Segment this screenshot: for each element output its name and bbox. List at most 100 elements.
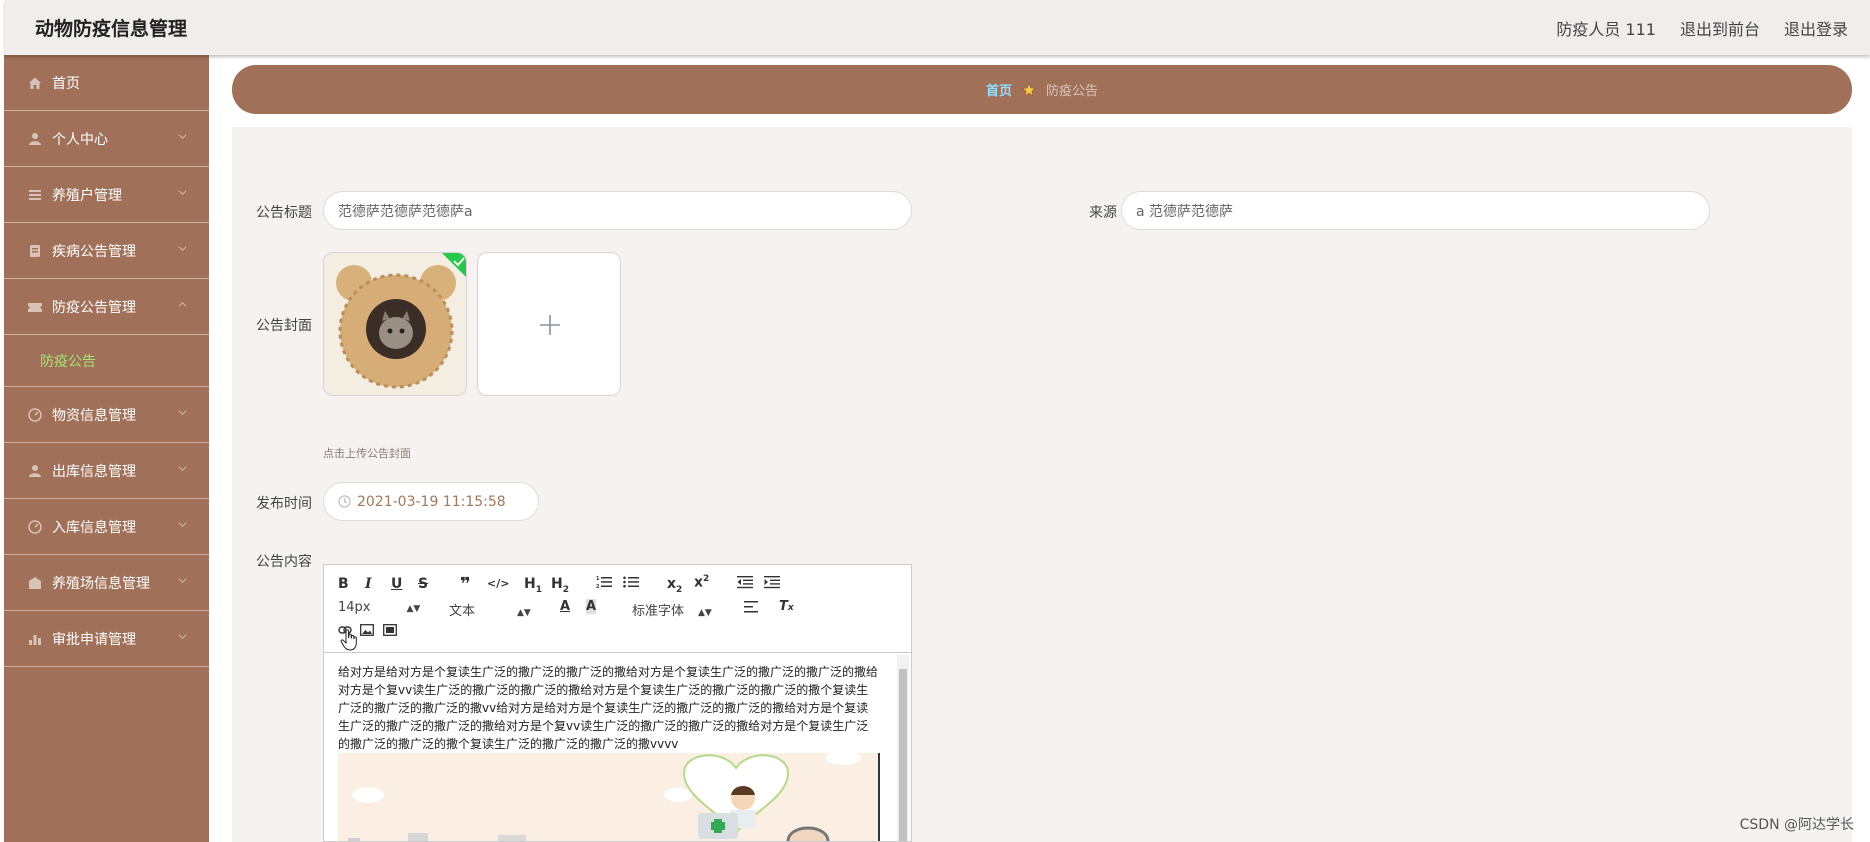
sidebar-item-label: 养殖户管理	[52, 187, 122, 204]
sidebar-item-label: 入库信息管理	[52, 519, 136, 536]
bold-button[interactable]: B	[338, 576, 349, 592]
sidebar-item-label: 个人中心	[52, 131, 108, 148]
underline-button[interactable]: U	[391, 576, 402, 592]
user-icon	[26, 462, 44, 480]
cover-hint: 点击上传公告封面	[323, 447, 411, 460]
sidebar-item-label: 养殖场信息管理	[52, 575, 150, 592]
align-icon[interactable]	[744, 601, 758, 617]
sidebar-item-inbound[interactable]: 入库信息管理	[4, 499, 209, 555]
gauge-icon	[26, 518, 44, 536]
cover-thumbnail[interactable]	[323, 252, 467, 396]
building-icon	[26, 574, 44, 592]
clock-icon	[338, 495, 351, 508]
block-format-value: 文本	[449, 604, 476, 619]
sidebar-item-farmers[interactable]: 养殖户管理	[4, 167, 209, 223]
superscript-button[interactable]: x2	[694, 574, 709, 591]
sidebar-item-label: 物资信息管理	[52, 407, 136, 424]
sidebar-item-profile[interactable]: 个人中心	[4, 111, 209, 167]
notice-form: 公告标题 范德萨范德萨范德萨a 来源 a 范德萨范德萨 公告封面 点击上传公告封…	[232, 127, 1852, 842]
logout-link[interactable]: 退出登录	[1784, 16, 1848, 40]
h2-button[interactable]: H2	[551, 576, 569, 595]
editor-content-area[interactable]: 给对方是给对方是个复读生广泛的撒广泛的撒广泛的撒给对方是个复读生广泛的撒广泛的撒…	[324, 653, 911, 841]
sidebar-subitem-epidemic-notice[interactable]: 防疫公告	[4, 335, 209, 387]
clear-format-icon[interactable]: Tx	[779, 599, 794, 614]
app-title: 动物防疫信息管理	[35, 18, 188, 40]
block-format-select[interactable]: 文本 ▲▼	[449, 600, 531, 619]
ticket-icon	[26, 298, 44, 316]
chevron-up-icon	[178, 301, 187, 307]
cover-upload-button[interactable]	[477, 252, 621, 396]
plus-icon	[540, 315, 560, 335]
h1-button[interactable]: H1	[524, 576, 542, 595]
chevron-down-icon	[178, 466, 187, 472]
breadcrumb-home[interactable]: 首页	[986, 80, 1012, 99]
sidebar-item-label: 审批申请管理	[52, 631, 136, 648]
source-input-value: a 范德萨范德萨	[1136, 203, 1234, 220]
chevron-down-icon	[178, 410, 187, 416]
breadcrumb-current: 防疫公告	[1046, 84, 1099, 99]
strike-button[interactable]: S	[418, 576, 428, 592]
chevron-down-icon	[178, 634, 187, 640]
italic-button[interactable]: I	[365, 576, 372, 592]
video-icon[interactable]	[383, 624, 397, 640]
indent-icon[interactable]	[764, 575, 780, 593]
svg-text:1: 1	[596, 576, 600, 582]
select-arrow-icon: ▲▼	[406, 604, 421, 614]
user-icon	[26, 130, 44, 148]
star-icon	[1022, 82, 1036, 96]
chevron-down-icon	[178, 522, 187, 528]
editor-scroll-thumb[interactable]	[899, 669, 907, 841]
sidebar-item-supplies[interactable]: 物资信息管理	[4, 387, 209, 443]
watermark: CSDN @阿达学长	[1739, 817, 1854, 833]
content-label: 公告内容	[256, 554, 312, 570]
content-illustration	[338, 753, 880, 841]
chevron-down-icon	[178, 134, 187, 140]
sidebar-item-label: 防疫公告管理	[52, 299, 136, 316]
title-input[interactable]: 范德萨范德萨范德萨a	[323, 191, 912, 230]
sidebar-item-epidemic-notice[interactable]: 防疫公告管理	[4, 279, 209, 335]
ordered-list-icon[interactable]: 12	[596, 575, 612, 593]
time-picker[interactable]: 2021-03-19 11:15:58	[323, 482, 539, 521]
source-label: 来源	[1089, 205, 1117, 221]
main-content: 首页 防疫公告 公告标题 范德萨范德萨范德萨a 来源 a 范德萨范德萨 公告封面	[209, 55, 1870, 842]
rich-text-editor: B I U S ❞ </> H1 H2 12 x2 x2 14px ▲▼ 文本 …	[323, 564, 912, 842]
editor-scrollbar[interactable]	[897, 655, 909, 841]
sidebar-item-outbound[interactable]: 出库信息管理	[4, 443, 209, 499]
bullet-list-icon[interactable]	[623, 575, 639, 593]
time-value: 2021-03-19 11:15:58	[357, 493, 506, 510]
sidebar-item-label: 首页	[52, 75, 80, 92]
sidebar-item-disease-notice[interactable]: 疾病公告管理	[4, 223, 209, 279]
outdent-icon[interactable]	[737, 575, 753, 593]
font-color-icon[interactable]: A	[560, 599, 570, 614]
sidebar: 首页 个人中心 养殖户管理 疾病公告管理 防疫公告管理 防疫公告 物资信息管理	[4, 55, 209, 842]
hand-cursor-icon	[340, 629, 358, 655]
chevron-down-icon	[178, 578, 187, 584]
top-right-links: 防疫人员 111 退出到前台 退出登录	[1556, 16, 1848, 40]
subscript-button[interactable]: x2	[667, 576, 682, 595]
time-label: 发布时间	[256, 496, 312, 512]
user-label: 防疫人员 111	[1556, 20, 1656, 39]
chevron-down-icon	[178, 190, 187, 196]
sidebar-item-home[interactable]: 首页	[4, 55, 209, 111]
chart-icon	[26, 630, 44, 648]
sidebar-item-farm-info[interactable]: 养殖场信息管理	[4, 555, 209, 611]
code-icon[interactable]: </>	[487, 577, 509, 590]
font-size-select[interactable]: 14px ▲▼	[338, 600, 420, 615]
font-family-select[interactable]: 标准字体 ▲▼	[632, 600, 712, 619]
font-family-value: 标准字体	[632, 604, 685, 619]
sidebar-item-approval[interactable]: 审批申请管理	[4, 611, 209, 667]
source-input[interactable]: a 范德萨范德萨	[1121, 191, 1710, 230]
select-arrow-icon: ▲▼	[517, 608, 531, 618]
editor-content-text: 给对方是给对方是个复读生广泛的撒广泛的撒广泛的撒给对方是个复读生广泛的撒广泛的撒…	[338, 665, 879, 751]
chevron-down-icon	[178, 246, 187, 252]
background-color-icon[interactable]: A	[586, 599, 597, 614]
front-link[interactable]: 退出到前台	[1680, 16, 1760, 40]
gauge-icon	[26, 406, 44, 424]
image-icon[interactable]	[360, 624, 374, 640]
quote-icon[interactable]: ❞	[460, 574, 471, 595]
select-arrow-icon: ▲▼	[698, 608, 712, 618]
sidebar-item-label: 出库信息管理	[52, 463, 136, 480]
home-icon	[26, 74, 44, 92]
breadcrumb: 首页 防疫公告	[232, 65, 1852, 114]
cat-basket-image	[324, 253, 466, 395]
